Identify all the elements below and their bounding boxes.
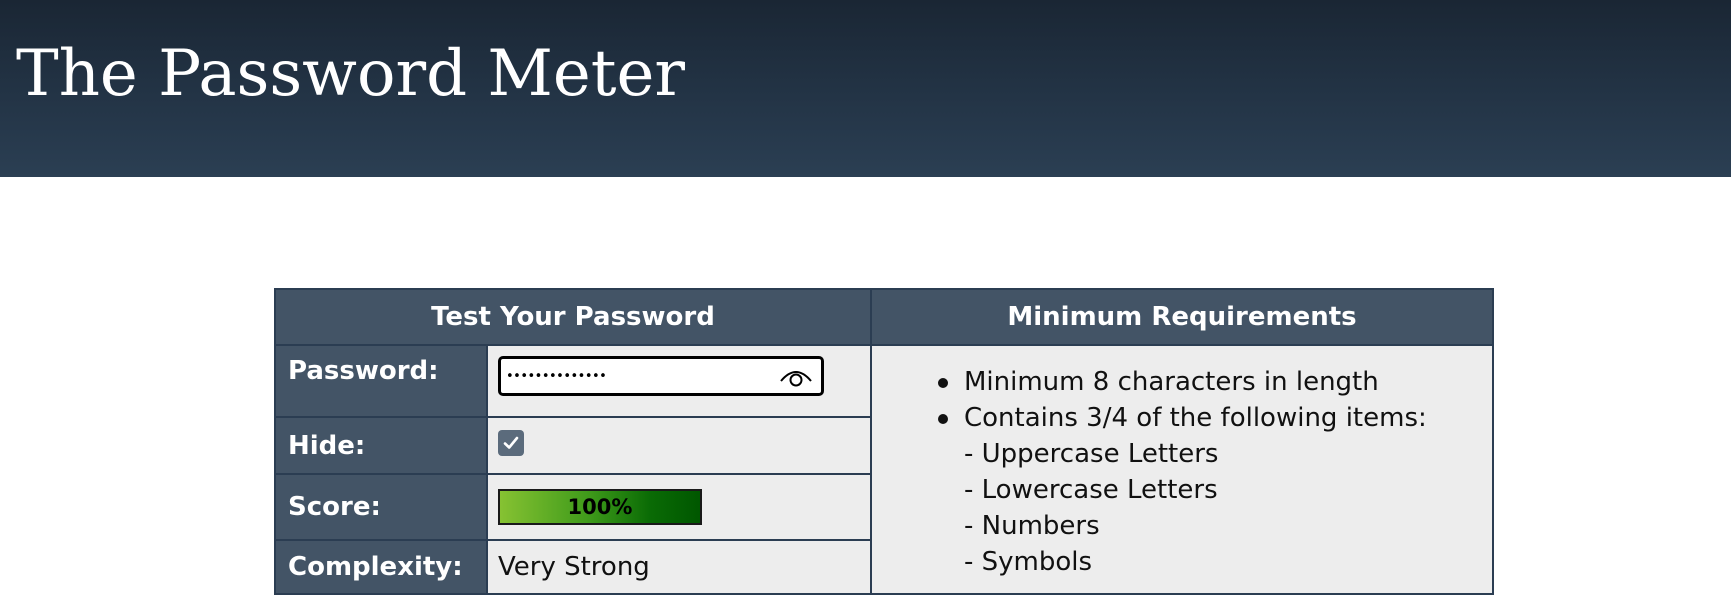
eye-icon[interactable] [779, 363, 813, 389]
requirement-subitem: - Lowercase Letters [964, 475, 1218, 505]
password-masked-value: •••••••••••••• [506, 368, 607, 384]
test-password-heading: Test Your Password [276, 290, 872, 344]
score-label: Score: [276, 473, 488, 539]
requirements-list: Minimum 8 characters in length Contains … [932, 364, 1427, 580]
requirement-subitem: - Uppercase Letters [964, 439, 1219, 469]
complexity-cell: Very Strong [488, 539, 872, 593]
requirement-subitem: - Symbols [964, 547, 1093, 577]
requirements-panel: Minimum 8 characters in length Contains … [872, 344, 1492, 593]
password-label: Password: [276, 344, 488, 416]
password-meter-table: Test Your Password Minimum Requirements … [274, 288, 1494, 595]
complexity-value: Very Strong [498, 552, 650, 582]
score-value: 100% [567, 495, 633, 519]
complexity-label: Complexity: [276, 539, 488, 593]
password-input[interactable]: •••••••••••••• [498, 356, 824, 396]
minimum-requirements-heading: Minimum Requirements [872, 290, 1492, 344]
page-title: The Password Meter [16, 37, 685, 111]
hide-label: Hide: [276, 416, 488, 473]
hide-cell [488, 416, 872, 473]
checkmark-icon [503, 436, 519, 449]
requirement-subitem: - Numbers [964, 511, 1100, 541]
page-header: The Password Meter [0, 0, 1731, 177]
hide-checkbox[interactable] [498, 429, 524, 456]
password-cell: •••••••••••••• [488, 344, 872, 416]
score-bar: 100% [498, 489, 702, 525]
requirement-item: Contains 3/4 of the following items: [932, 400, 1427, 436]
score-cell: 100% [488, 473, 872, 539]
requirement-item: Minimum 8 characters in length [932, 364, 1427, 400]
